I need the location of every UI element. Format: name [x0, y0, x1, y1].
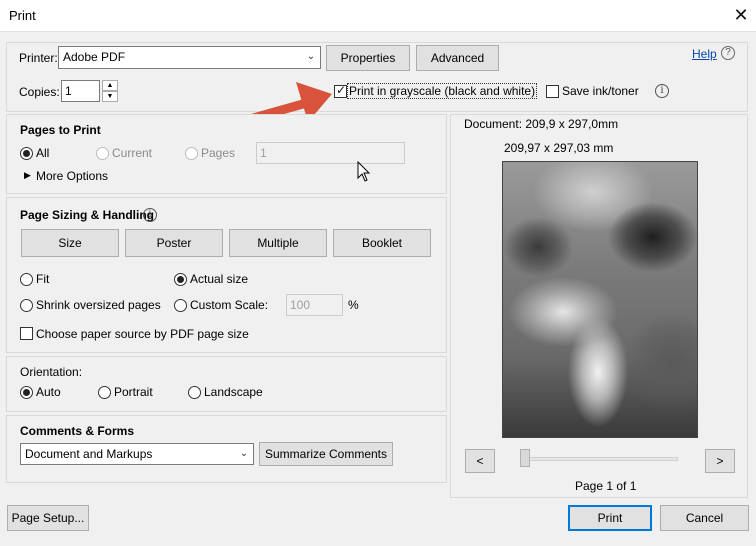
landscape-label[interactable]: Landscape	[204, 385, 263, 399]
landscape-radio[interactable]	[188, 386, 201, 399]
paper-source-label[interactable]: Choose paper source by PDF page size	[36, 327, 249, 341]
copies-up-icon[interactable]: ▲	[102, 80, 118, 91]
pages-range-input[interactable]: 1	[256, 142, 405, 164]
close-icon[interactable]: ✕	[731, 5, 751, 25]
shrink-label[interactable]: Shrink oversized pages	[36, 298, 161, 312]
current-page-radio[interactable]	[96, 147, 109, 160]
page-indicator: Page 1 of 1	[575, 479, 637, 493]
fit-radio[interactable]	[20, 273, 33, 286]
shrink-radio[interactable]	[20, 299, 33, 312]
auto-orientation-label[interactable]: Auto	[36, 385, 61, 399]
grayscale-label[interactable]: Print in grayscale (black and white)	[346, 83, 538, 99]
copies-input[interactable]: 1	[61, 80, 100, 102]
custom-scale-label[interactable]: Custom Scale:	[190, 298, 268, 312]
page-preview-image	[502, 161, 698, 438]
custom-scale-input[interactable]: 100	[286, 294, 343, 316]
more-options-label[interactable]: More Options	[36, 169, 108, 183]
percent-label: %	[348, 298, 359, 312]
advanced-button[interactable]: Advanced	[416, 45, 499, 71]
pages-to-print-title: Pages to Print	[20, 123, 101, 137]
page-slider-track[interactable]	[520, 457, 678, 461]
mouse-pointer-icon	[357, 161, 371, 182]
save-ink-checkbox[interactable]	[546, 85, 559, 98]
properties-button[interactable]: Properties	[326, 45, 410, 71]
multiple-button[interactable]: Multiple	[229, 229, 327, 257]
print-button[interactable]: Print	[568, 505, 652, 531]
chevron-down-icon: ⌄	[306, 51, 316, 62]
page-setup-button[interactable]: Page Setup...	[7, 505, 89, 531]
comments-title: Comments & Forms	[20, 424, 135, 438]
fit-label[interactable]: Fit	[36, 272, 49, 286]
window-title: Print	[9, 8, 36, 23]
summarize-comments-button[interactable]: Summarize Comments	[259, 442, 393, 466]
auto-orientation-radio[interactable]	[20, 386, 33, 399]
help-link[interactable]: Help	[692, 47, 717, 61]
comments-select[interactable]: Document and Markups ⌄	[20, 443, 254, 465]
cancel-button[interactable]: Cancel	[660, 505, 749, 531]
copies-down-icon[interactable]: ▼	[102, 91, 118, 102]
pages-range-label[interactable]: Pages	[201, 146, 235, 160]
all-pages-radio[interactable]	[20, 147, 33, 160]
info-icon[interactable]: i	[655, 84, 669, 98]
printer-value: Adobe PDF	[63, 50, 126, 64]
portrait-label[interactable]: Portrait	[114, 385, 153, 399]
expand-triangle-icon[interactable]: ▶	[24, 170, 31, 181]
sizing-info-icon[interactable]: i	[143, 208, 157, 222]
printer-select[interactable]: Adobe PDF ⌄	[58, 46, 321, 69]
comments-value: Document and Markups	[25, 447, 153, 461]
pages-range-radio[interactable]	[185, 147, 198, 160]
all-pages-label[interactable]: All	[36, 146, 49, 160]
actual-size-label[interactable]: Actual size	[190, 272, 248, 286]
poster-button[interactable]: Poster	[125, 229, 223, 257]
copies-label: Copies:	[19, 85, 60, 99]
document-size-label: Document: 209,9 x 297,0mm	[464, 117, 619, 131]
previous-page-button[interactable]: <	[465, 449, 495, 473]
next-page-button[interactable]: >	[705, 449, 735, 473]
booklet-button[interactable]: Booklet	[333, 229, 431, 257]
save-ink-label[interactable]: Save ink/toner	[562, 84, 639, 98]
paper-size-label: 209,97 x 297,03 mm	[504, 141, 614, 155]
actual-size-radio[interactable]	[174, 273, 187, 286]
question-icon[interactable]: ?	[721, 46, 735, 60]
size-button[interactable]: Size	[21, 229, 119, 257]
paper-source-checkbox[interactable]	[20, 327, 33, 340]
orientation-title: Orientation:	[20, 365, 83, 379]
page-sizing-title: Page Sizing & Handling	[20, 208, 155, 222]
title-bar	[0, 0, 756, 32]
current-page-label[interactable]: Current	[112, 146, 152, 160]
page-slider-thumb[interactable]	[520, 449, 530, 467]
printer-label: Printer:	[19, 51, 58, 65]
custom-scale-radio[interactable]	[174, 299, 187, 312]
comments-chevron-down-icon: ⌄	[239, 448, 249, 459]
portrait-radio[interactable]	[98, 386, 111, 399]
